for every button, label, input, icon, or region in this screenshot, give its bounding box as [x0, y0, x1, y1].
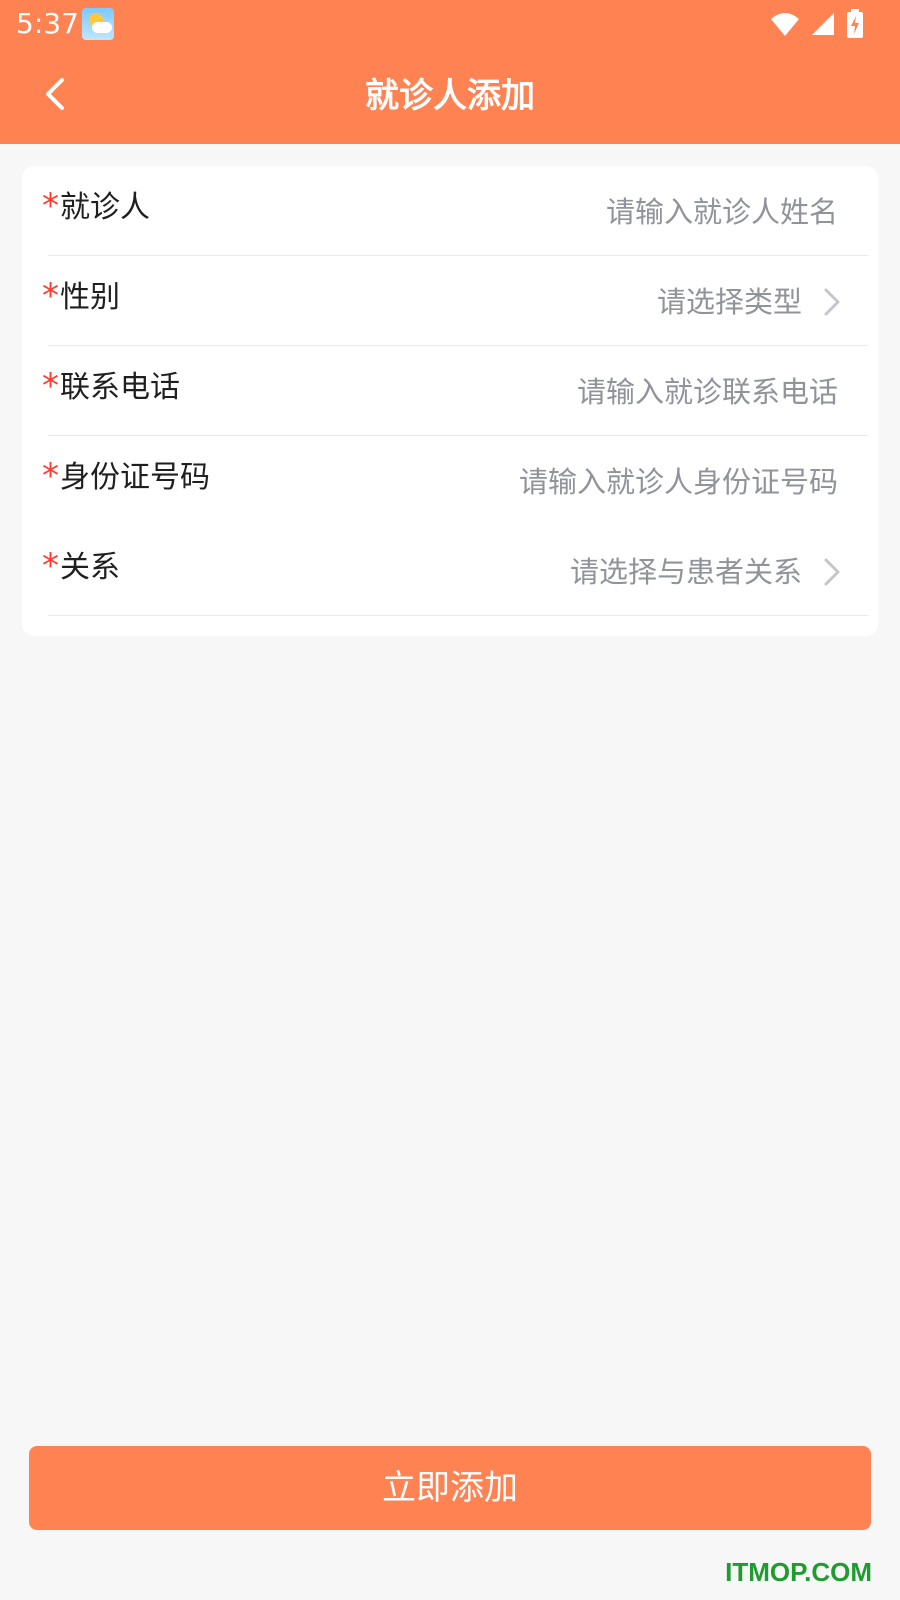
patient-name-input[interactable]: 请输入就诊人姓名 — [606, 192, 838, 232]
weather-icon — [82, 8, 114, 40]
chevron-right-icon — [824, 558, 840, 586]
id-number-label: 身份证号码 — [60, 460, 210, 495]
phone-input[interactable]: 请输入就诊联系电话 — [577, 372, 838, 412]
status-time: 5:37 — [16, 7, 79, 40]
required-mark: * — [42, 546, 59, 586]
row-divider — [48, 615, 868, 616]
required-mark: * — [42, 186, 59, 226]
cell-signal-icon — [812, 13, 834, 35]
form-row-relation[interactable]: * 关系 请选择与患者关系 — [22, 526, 878, 616]
required-mark: * — [42, 456, 59, 496]
relation-select[interactable]: 请选择与患者关系 — [570, 552, 802, 592]
relation-label: 关系 — [60, 550, 120, 585]
form-row-patient-name[interactable]: * 就诊人 请输入就诊人姓名 — [22, 166, 878, 256]
app-header: 5:37 就诊人添加 — [0, 0, 900, 144]
wifi-icon — [771, 13, 799, 36]
form-row-gender[interactable]: * 性别 请选择类型 — [22, 256, 878, 346]
id-number-input[interactable]: 请输入就诊人身份证号码 — [519, 462, 838, 502]
form-row-id-number[interactable]: * 身份证号码 请输入就诊人身份证号码 — [22, 436, 878, 526]
form-row-phone[interactable]: * 联系电话 请输入就诊联系电话 — [22, 346, 878, 436]
required-mark: * — [42, 276, 59, 316]
chevron-right-icon — [824, 288, 840, 316]
required-mark: * — [42, 366, 59, 406]
page-title: 就诊人添加 — [365, 76, 535, 116]
patient-name-label: 就诊人 — [60, 190, 150, 225]
status-icons — [770, 8, 864, 40]
watermark-text: ITMOP.COM — [725, 1557, 872, 1587]
battery-charging-icon — [847, 9, 863, 38]
patient-form-card: * 就诊人 请输入就诊人姓名 * 性别 请选择类型 * 联系电话 请输入就诊联系… — [22, 166, 878, 636]
gender-label: 性别 — [60, 280, 120, 315]
phone-label: 联系电话 — [60, 370, 180, 405]
gender-select[interactable]: 请选择类型 — [657, 282, 802, 322]
add-now-button[interactable]: 立即添加 — [29, 1446, 871, 1530]
